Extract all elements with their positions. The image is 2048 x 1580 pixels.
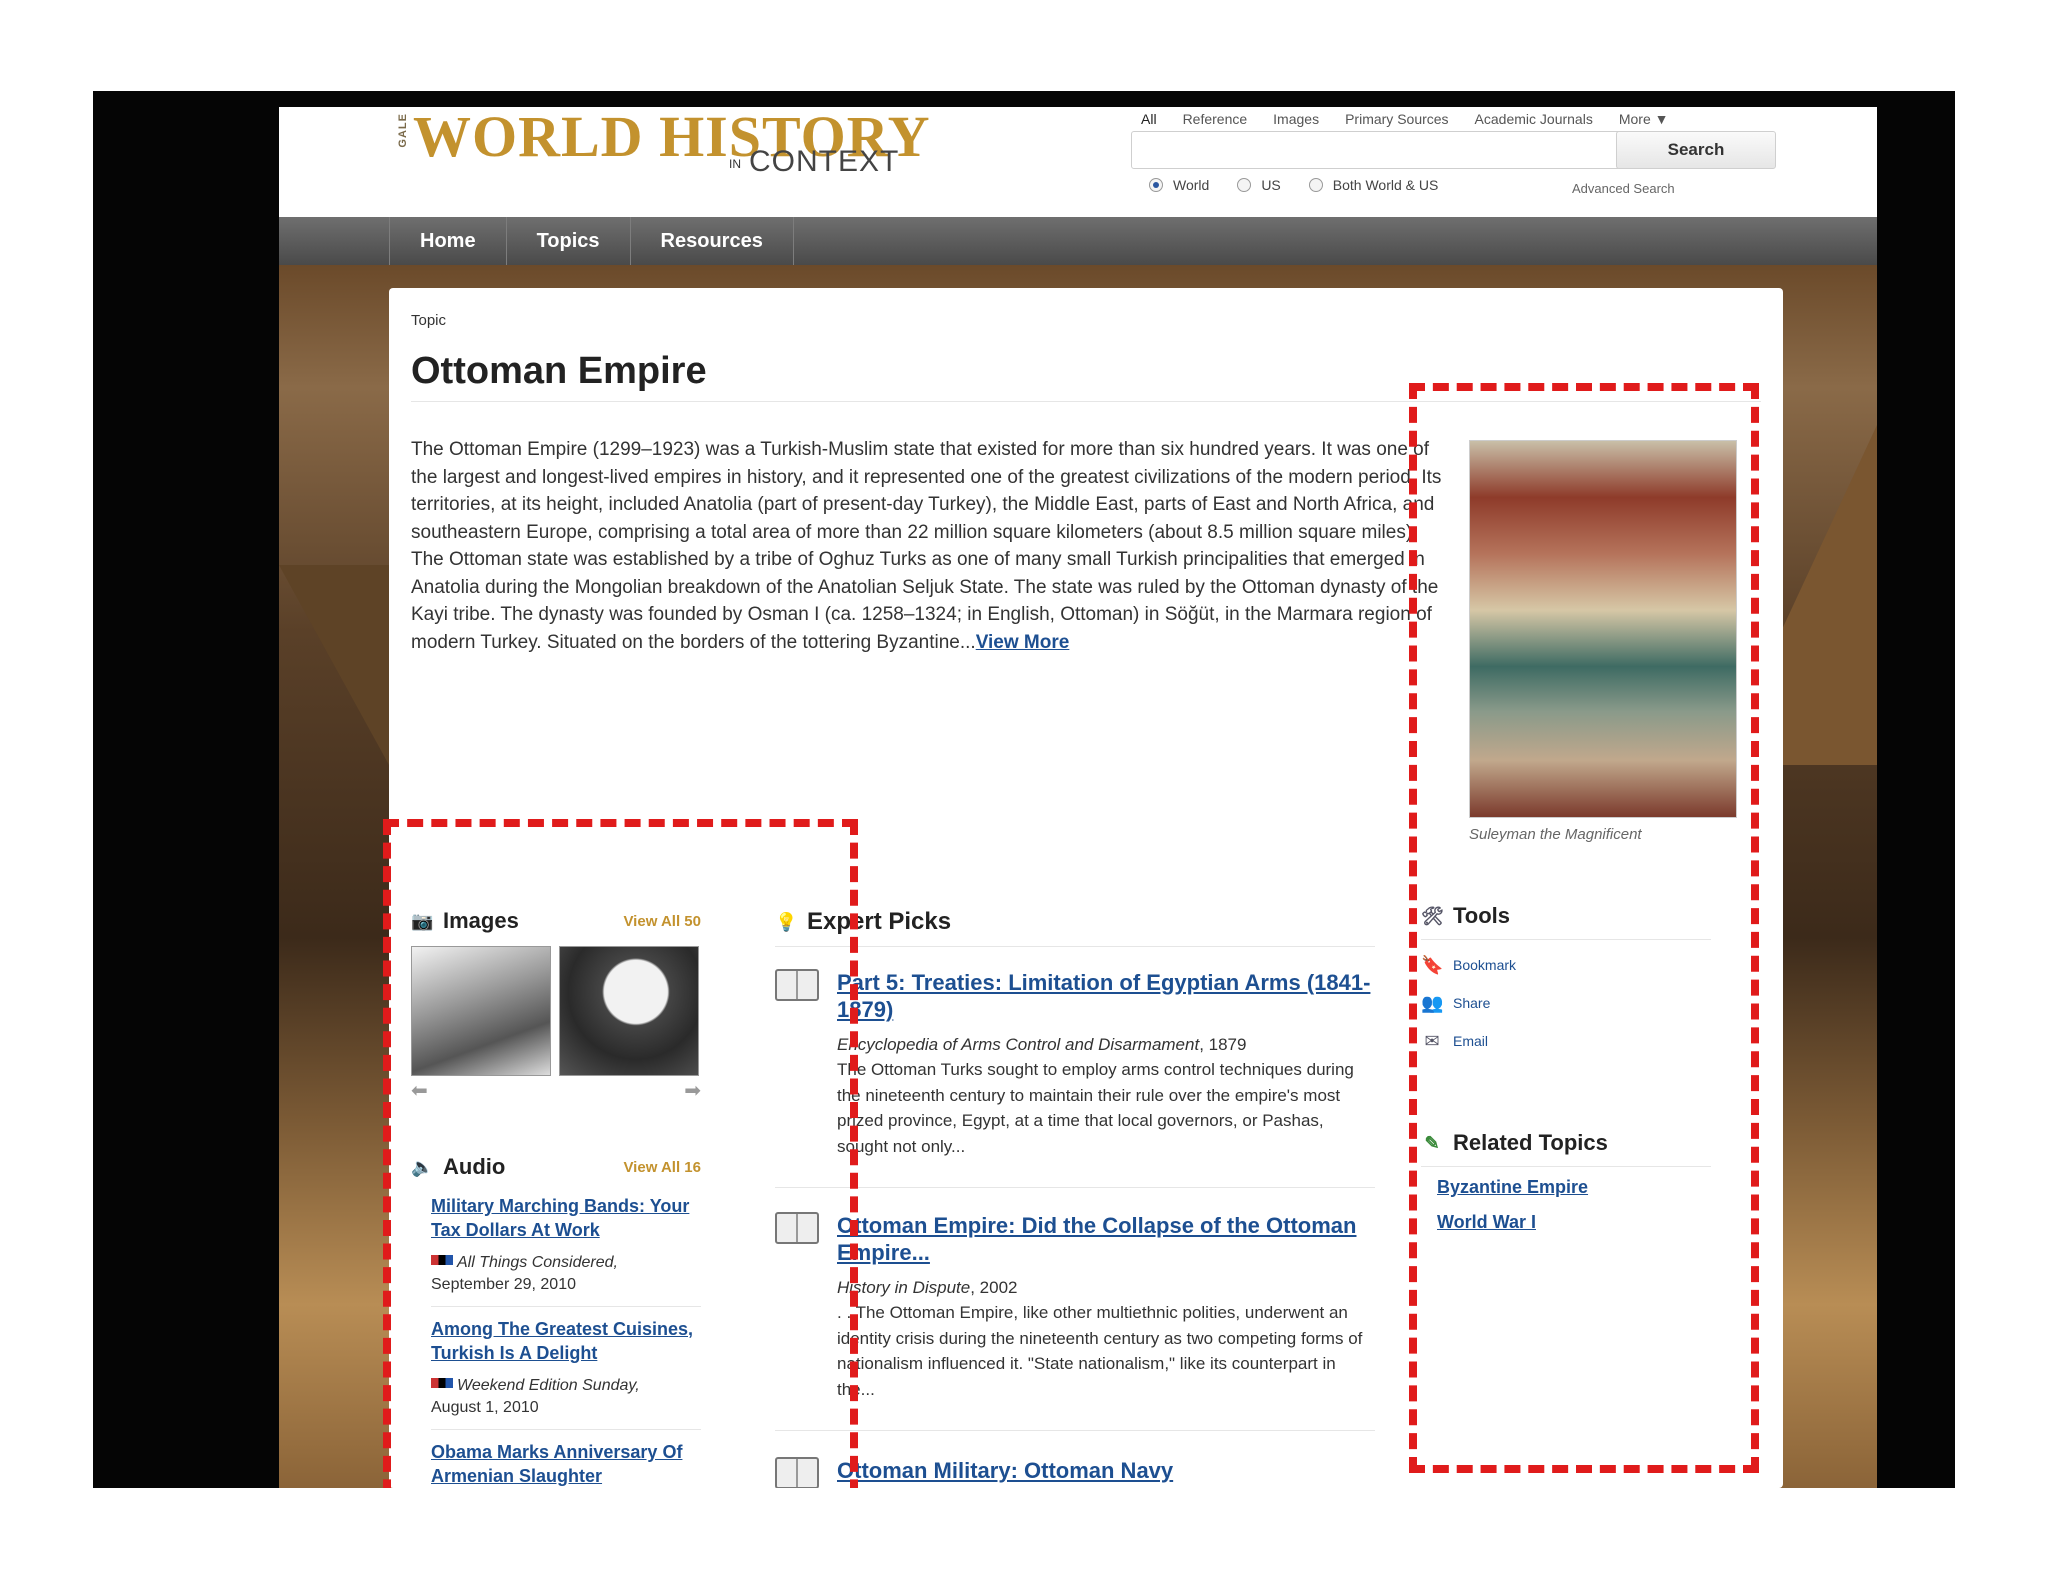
radio-unselected-icon (1308, 178, 1323, 192)
expert-pick-link[interactable]: Ottoman Empire: Did the Collapse of the … (837, 1213, 1356, 1265)
main-nav: Home Topics Resources (279, 217, 1877, 265)
scope-both-radio[interactable]: Both World & US (1308, 177, 1439, 193)
search-tab-more[interactable]: More ▼ (1619, 111, 1669, 127)
search-tab-reference[interactable]: Reference (1183, 111, 1248, 127)
gale-logo: GALE (397, 113, 409, 148)
scope-world-label: World (1173, 177, 1210, 193)
expert-pick-source: Encyclopedia of Arms Control and Disarma… (837, 1033, 1375, 1057)
radio-unselected-icon (1237, 178, 1252, 192)
search-button[interactable]: Search (1616, 131, 1776, 169)
expert-pick-item: Ottoman Military: Ottoman Navy (775, 1457, 1375, 1488)
breadcrumb[interactable]: Topic (411, 312, 446, 329)
source-year: , 2002 (970, 1278, 1018, 1297)
nav-topics[interactable]: Topics (507, 217, 631, 265)
nav-home[interactable]: Home (390, 217, 507, 265)
expert-pick-excerpt: The Ottoman Turks sought to employ arms … (837, 1060, 1354, 1156)
logo-in-text: IN (729, 157, 741, 171)
annotation-box-right (1409, 383, 1759, 1473)
search-input[interactable] (1131, 131, 1621, 169)
view-more-link[interactable]: View More (976, 632, 1070, 653)
search-tab-images[interactable]: Images (1273, 111, 1319, 127)
screenshot-frame: GALE WORLD HISTORY IN CONTEXT All Refere… (93, 91, 1955, 1488)
nav-items: Home Topics Resources (389, 217, 794, 265)
logo-context-text: CONTEXT (749, 145, 900, 178)
divider (775, 946, 1375, 947)
scope-us-label: US (1261, 177, 1281, 193)
nav-resources[interactable]: Resources (631, 217, 794, 265)
expert-pick-source: History in Dispute, 2002 (837, 1276, 1375, 1300)
expert-picks-heading: 💡 Expert Picks (775, 908, 1375, 936)
expert-pick-item: Ottoman Empire: Did the Collapse of the … (775, 1212, 1375, 1402)
advanced-search-link[interactable]: Advanced Search (1572, 181, 1675, 196)
annotation-box-left (383, 819, 858, 1488)
site-header: GALE WORLD HISTORY IN CONTEXT All Refere… (279, 104, 1877, 217)
expert-picks-section: 💡 Expert Picks Part 5: Treaties: Limitat… (775, 908, 1375, 1488)
scope-us-radio[interactable]: US (1237, 177, 1281, 193)
page-title: Ottoman Empire (411, 350, 707, 392)
search-tab-primary-sources[interactable]: Primary Sources (1345, 111, 1448, 127)
expert-pick-item: Part 5: Treaties: Limitation of Egyptian… (775, 969, 1375, 1159)
divider (775, 1187, 1375, 1188)
topic-summary: The Ottoman Empire (1299–1923) was a Tur… (411, 436, 1447, 656)
scope-both-label: Both World & US (1332, 177, 1439, 193)
scope-world-radio[interactable]: World (1149, 177, 1209, 193)
search-tab-academic-journals[interactable]: Academic Journals (1475, 111, 1593, 127)
expert-pick-link[interactable]: Part 5: Treaties: Limitation of Egyptian… (837, 970, 1370, 1022)
radio-selected-icon (1149, 178, 1163, 192)
expert-pick-link[interactable]: Ottoman Military: Ottoman Navy (837, 1458, 1173, 1483)
expert-pick-excerpt: . . The Ottoman Empire, like other multi… (837, 1303, 1363, 1399)
search-tabs: All Reference Images Primary Sources Aca… (1141, 111, 1668, 127)
source-title: Encyclopedia of Arms Control and Disarma… (837, 1035, 1200, 1054)
divider (775, 1430, 1375, 1431)
source-year: , 1879 (1199, 1035, 1247, 1054)
summary-text: The Ottoman Empire (1299–1923) was a Tur… (411, 439, 1442, 653)
search-tab-all[interactable]: All (1141, 111, 1157, 127)
search-scope: World US Both World & US (1149, 177, 1438, 193)
